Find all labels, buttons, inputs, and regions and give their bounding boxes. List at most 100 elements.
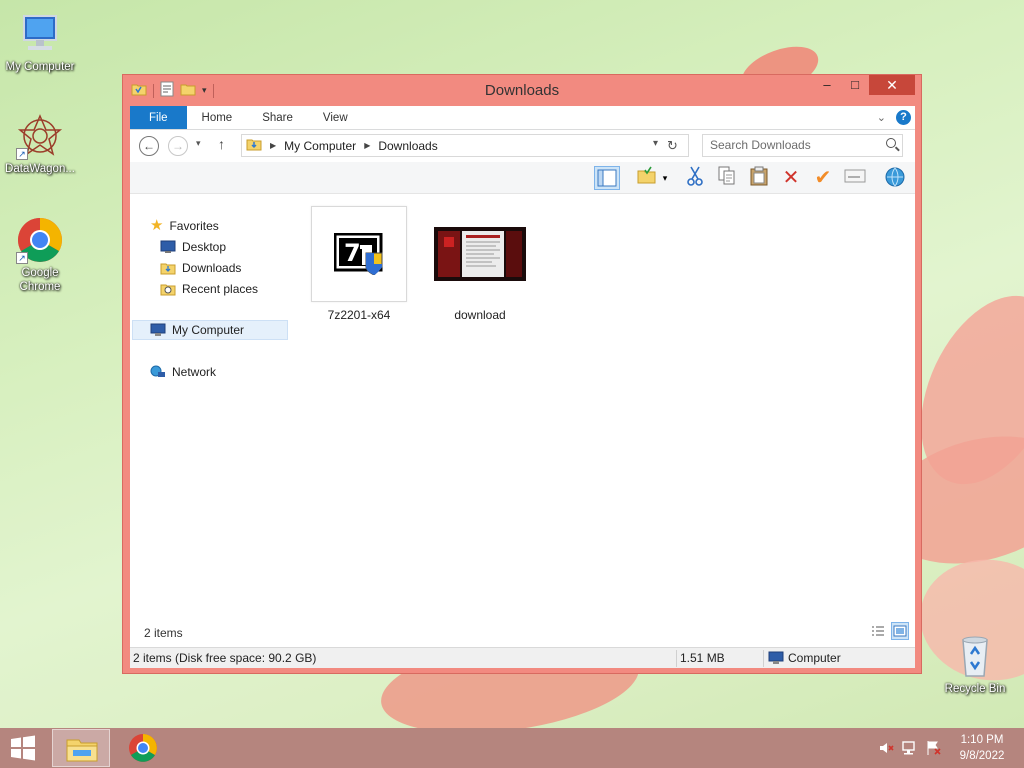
desktop-icon-my-computer[interactable]: My Computer xyxy=(0,10,80,74)
explorer-window: ▾ Downloads – □ ✕ File Home Share View ⌄… xyxy=(122,74,922,674)
address-dropdown-icon[interactable]: ▾ xyxy=(653,138,658,149)
7zip-installer-icon: 7 xyxy=(311,206,407,302)
desktop-icon-label: Recycle Bin xyxy=(944,683,1006,695)
desktop-icon-recycle-bin[interactable]: Recycle Bin xyxy=(935,632,1015,696)
large-icons-view-button[interactable] xyxy=(891,622,909,640)
select-folder-button[interactable] xyxy=(634,166,660,190)
breadcrumb-my-computer[interactable]: My Computer xyxy=(284,139,356,153)
star-icon: ★ xyxy=(150,217,164,234)
shortcut-arrow-icon: ↗ xyxy=(16,148,28,160)
close-button[interactable]: ✕ xyxy=(869,75,915,95)
view-buttons xyxy=(869,622,909,640)
help-icon[interactable]: ? xyxy=(896,110,911,125)
rename-check-icon[interactable]: ✔ xyxy=(810,166,836,190)
copy-icon[interactable] xyxy=(714,166,740,190)
taskbar-chrome-button[interactable] xyxy=(114,729,172,767)
nav-desktop-label: Desktop xyxy=(182,240,227,254)
cut-icon[interactable] xyxy=(682,166,708,190)
downloads-folder-icon xyxy=(160,263,176,275)
preview-pane-button[interactable] xyxy=(594,166,620,190)
ribbon-tabs: File Home Share View ⌄ ? xyxy=(130,106,915,130)
nav-my-computer[interactable]: My Computer xyxy=(132,320,288,340)
volume-muted-icon[interactable] xyxy=(878,740,894,756)
datawagon-icon: ↗ xyxy=(16,112,64,160)
delete-icon[interactable]: ✕ xyxy=(778,166,804,190)
navigation-bar: ← → ▾ ↑ ▶ My Computer ▶ Downloads ▾ ↻ Se… xyxy=(130,130,915,162)
nav-favorites[interactable]: ★ Favorites xyxy=(150,216,219,236)
status-bar: 2 items (Disk free space: 90.2 GB) 1.51 … xyxy=(130,647,915,668)
nav-network[interactable]: Network xyxy=(150,362,216,382)
explorer-body: File Home Share View ⌄ ? ← → ▾ ↑ ▶ My Co… xyxy=(130,106,915,668)
desktop-icon-label: My Computer xyxy=(5,61,75,73)
desktop-icon-label: DataWagon... xyxy=(5,163,75,175)
recent-locations-icon[interactable]: ▾ xyxy=(196,138,201,149)
expand-ribbon-icon[interactable]: ⌄ xyxy=(877,111,886,124)
svg-text:7: 7 xyxy=(344,239,361,267)
clock-time: 1:10 PM xyxy=(960,734,1004,746)
item-count: 2 items xyxy=(144,626,183,640)
clock[interactable]: 1:10 PM 9/8/2022 xyxy=(952,732,1012,764)
up-button[interactable]: ↑ xyxy=(218,136,225,152)
refresh-button[interactable]: ↻ xyxy=(662,135,683,158)
details-view-button[interactable] xyxy=(869,622,887,640)
file-item-7zip[interactable]: 7 7z2201-x64 xyxy=(311,206,407,322)
nav-downloads-label: Downloads xyxy=(182,261,242,275)
status-location: Computer xyxy=(768,648,841,668)
internet-icon[interactable] xyxy=(882,166,908,190)
start-button[interactable] xyxy=(8,734,38,762)
breadcrumb-separator-icon: ▶ xyxy=(270,141,277,150)
forward-button[interactable]: → xyxy=(168,136,188,156)
status-divider xyxy=(763,650,764,667)
search-input[interactable]: Search Downloads xyxy=(702,134,903,157)
chrome-icon: ↗ xyxy=(16,216,64,264)
status-summary: 2 items (Disk free space: 90.2 GB) xyxy=(133,651,317,665)
command-toolbar: ▾ ✕ ✔ xyxy=(130,162,915,194)
paste-icon[interactable] xyxy=(746,166,772,190)
navigation-pane: ★ Favorites Desktop Downloads Recent pla… xyxy=(130,217,290,631)
status-size: 1.51 MB xyxy=(680,651,725,665)
status-location-label: Computer xyxy=(788,651,841,665)
search-placeholder: Search Downloads xyxy=(710,138,811,152)
action-center-flag-icon[interactable] xyxy=(926,740,942,756)
desktop-icon-chrome[interactable]: ↗ Google Chrome xyxy=(0,216,80,294)
taskbar-explorer-button[interactable] xyxy=(52,729,110,767)
title-bar[interactable]: ▾ Downloads – □ ✕ xyxy=(123,75,921,105)
recycle-bin-icon xyxy=(951,632,999,680)
address-folder-icon xyxy=(246,136,262,155)
breadcrumb-separator-icon: ▶ xyxy=(364,141,371,150)
tab-share[interactable]: Share xyxy=(247,106,308,129)
file-explorer-icon xyxy=(66,739,98,762)
desktop-icon xyxy=(160,240,176,253)
address-bar[interactable]: ▶ My Computer ▶ Downloads ▾ xyxy=(241,134,689,157)
nav-recent-places[interactable]: Recent places xyxy=(160,279,258,299)
file-item-download[interactable]: download xyxy=(432,206,528,322)
system-tray: 1:10 PM 9/8/2022 xyxy=(864,728,1024,768)
back-button[interactable]: ← xyxy=(139,136,159,156)
maximize-button[interactable]: □ xyxy=(841,75,869,95)
desktop-icon-datawagon[interactable]: ↗ DataWagon... xyxy=(0,112,80,176)
nav-recent-places-label: Recent places xyxy=(182,282,259,296)
clock-date: 9/8/2022 xyxy=(959,750,1005,762)
breadcrumb-downloads[interactable]: Downloads xyxy=(378,139,437,153)
file-name: download xyxy=(454,308,506,322)
network-icon xyxy=(150,365,165,377)
tab-home[interactable]: Home xyxy=(187,106,248,129)
nav-my-computer-label: My Computer xyxy=(172,323,245,337)
computer-icon xyxy=(16,10,64,58)
tab-file[interactable]: File xyxy=(130,106,187,129)
shortcut-arrow-icon: ↗ xyxy=(16,252,28,264)
chrome-icon xyxy=(129,734,157,762)
properties-button[interactable] xyxy=(842,166,868,190)
windows-logo-icon xyxy=(11,735,35,761)
nav-downloads[interactable]: Downloads xyxy=(160,258,241,278)
network-status-icon[interactable] xyxy=(902,740,918,756)
status-divider xyxy=(676,650,677,667)
nav-network-label: Network xyxy=(172,365,217,379)
tab-view[interactable]: View xyxy=(308,106,363,129)
nav-desktop[interactable]: Desktop xyxy=(160,237,226,257)
image-thumbnail xyxy=(432,206,528,302)
window-title: Downloads xyxy=(484,82,560,99)
minimize-button[interactable]: – xyxy=(813,75,841,95)
search-icon[interactable] xyxy=(886,138,896,148)
folder-options-dropdown-icon[interactable]: ▾ xyxy=(658,166,672,190)
